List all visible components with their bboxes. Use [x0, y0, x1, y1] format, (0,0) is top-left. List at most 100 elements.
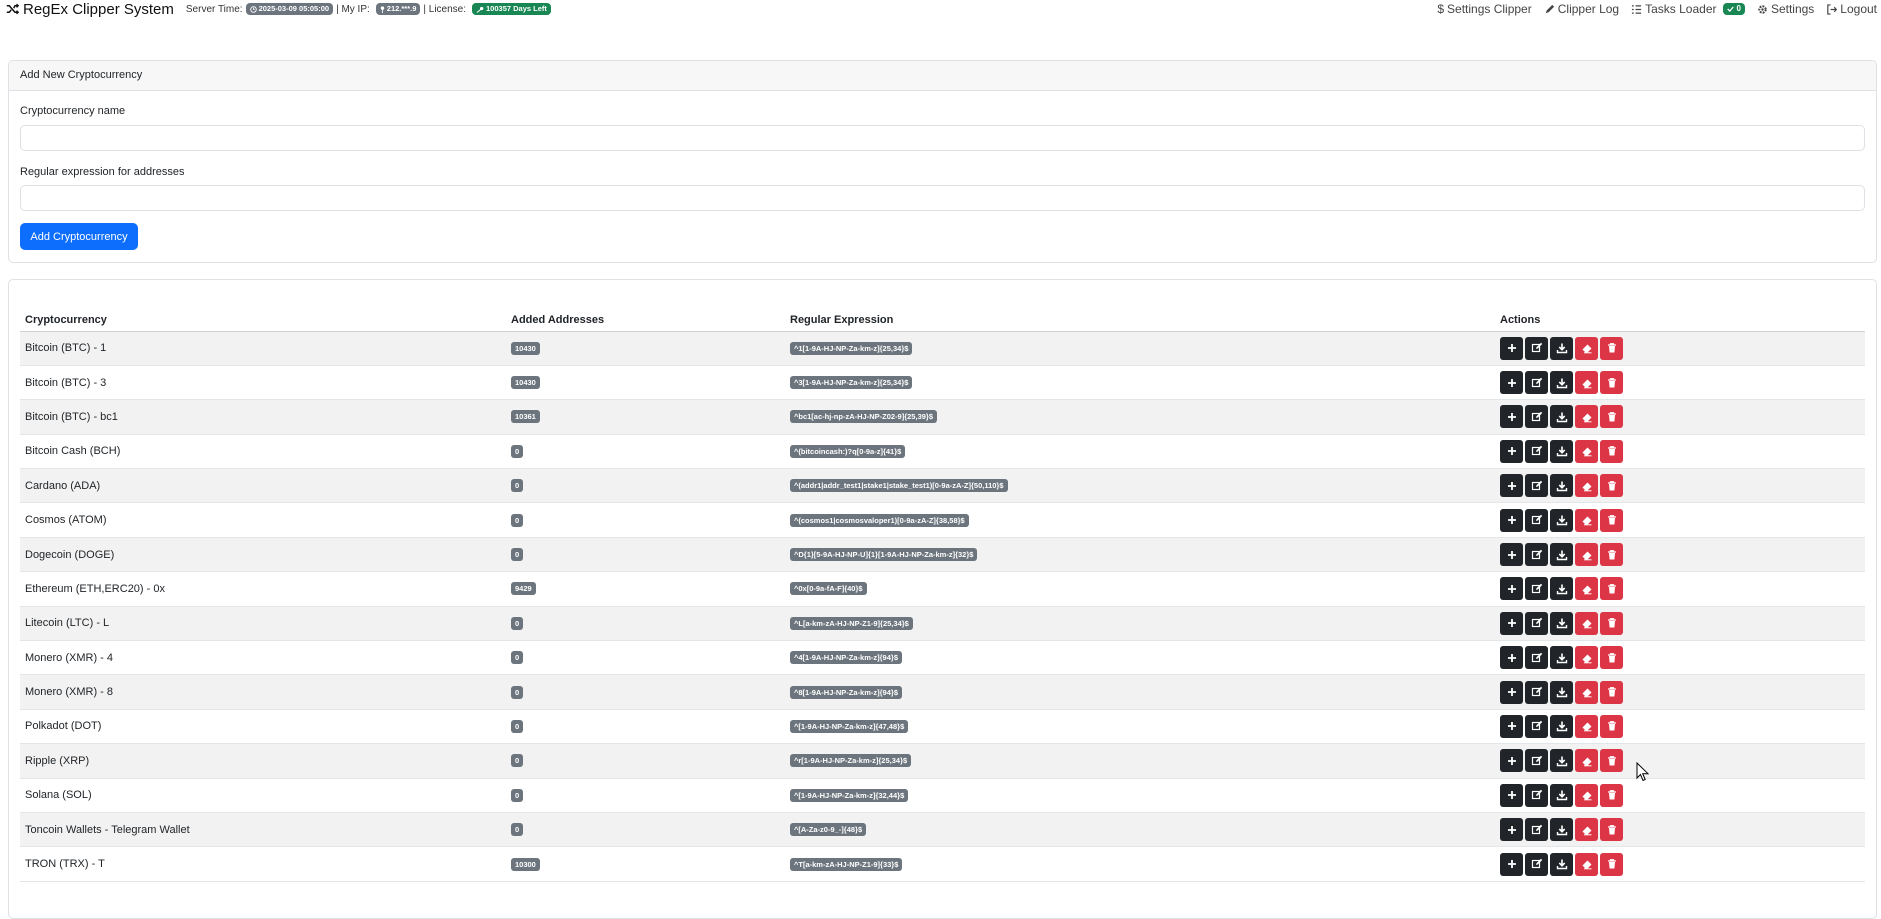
add-address-button[interactable] — [1500, 371, 1523, 395]
row-actions — [1500, 818, 1860, 842]
add-address-button[interactable] — [1500, 818, 1523, 842]
column-header-cryptocurrency: Cryptocurrency — [20, 310, 506, 332]
delete-button[interactable] — [1600, 680, 1623, 704]
brand[interactable]: RegEx Clipper System — [6, 1, 174, 18]
clear-button[interactable] — [1575, 336, 1598, 360]
download-button[interactable] — [1550, 371, 1573, 395]
delete-button[interactable] — [1600, 371, 1623, 395]
add-address-button[interactable] — [1500, 611, 1523, 635]
download-button[interactable] — [1550, 439, 1573, 463]
clear-button[interactable] — [1575, 405, 1598, 429]
edit-button[interactable] — [1525, 714, 1548, 738]
download-button[interactable] — [1550, 818, 1573, 842]
delete-button[interactable] — [1600, 749, 1623, 773]
nav-tasks-loader[interactable]: Tasks Loader 0 — [1631, 2, 1745, 16]
download-button[interactable] — [1550, 508, 1573, 532]
clear-button[interactable] — [1575, 577, 1598, 601]
added-addresses-cell: 0 — [506, 778, 785, 813]
add-address-button[interactable] — [1500, 508, 1523, 532]
edit-button[interactable] — [1525, 508, 1548, 532]
edit-button[interactable] — [1525, 577, 1548, 601]
download-button[interactable] — [1550, 577, 1573, 601]
download-button[interactable] — [1550, 749, 1573, 773]
clear-button[interactable] — [1575, 714, 1598, 738]
delete-button[interactable] — [1600, 543, 1623, 567]
add-address-button[interactable] — [1500, 474, 1523, 498]
add-address-button[interactable] — [1500, 439, 1523, 463]
edit-button[interactable] — [1525, 749, 1548, 773]
clear-button[interactable] — [1575, 818, 1598, 842]
logout-icon — [1827, 3, 1838, 15]
nav-settings-clipper[interactable]: $ Settings Clipper — [1437, 2, 1531, 16]
edit-button[interactable] — [1525, 611, 1548, 635]
clear-button[interactable] — [1575, 611, 1598, 635]
delete-button[interactable] — [1600, 852, 1623, 876]
delete-button[interactable] — [1600, 405, 1623, 429]
edit-icon — [1531, 858, 1542, 869]
delete-button[interactable] — [1600, 611, 1623, 635]
clear-button[interactable] — [1575, 474, 1598, 498]
edit-button[interactable] — [1525, 852, 1548, 876]
nav-clipper-log[interactable]: Clipper Log — [1544, 2, 1619, 16]
download-button[interactable] — [1550, 714, 1573, 738]
edit-button[interactable] — [1525, 680, 1548, 704]
delete-button[interactable] — [1600, 818, 1623, 842]
nav-logout[interactable]: Logout — [1826, 2, 1877, 16]
delete-button[interactable] — [1600, 336, 1623, 360]
clear-button[interactable] — [1575, 783, 1598, 807]
download-button[interactable] — [1550, 852, 1573, 876]
edit-button[interactable] — [1525, 405, 1548, 429]
edit-button[interactable] — [1525, 371, 1548, 395]
add-address-button[interactable] — [1500, 577, 1523, 601]
add-address-button[interactable] — [1500, 714, 1523, 738]
download-button[interactable] — [1550, 336, 1573, 360]
delete-button[interactable] — [1600, 474, 1623, 498]
crypto-name: Dogecoin (DOGE) — [20, 537, 506, 573]
edit-button[interactable] — [1525, 439, 1548, 463]
clear-button[interactable] — [1575, 439, 1598, 463]
edit-button[interactable] — [1525, 474, 1548, 498]
add-address-button[interactable] — [1500, 336, 1523, 360]
delete-button[interactable] — [1600, 577, 1623, 601]
download-button[interactable] — [1550, 646, 1573, 670]
delete-button[interactable] — [1600, 783, 1623, 807]
clear-button[interactable] — [1575, 543, 1598, 567]
add-address-button[interactable] — [1500, 783, 1523, 807]
regex-input[interactable] — [20, 185, 1865, 211]
edit-button[interactable] — [1525, 818, 1548, 842]
download-button[interactable] — [1550, 474, 1573, 498]
nav-settings[interactable]: Settings — [1757, 2, 1814, 16]
download-button[interactable] — [1550, 680, 1573, 704]
clear-button[interactable] — [1575, 749, 1598, 773]
delete-button[interactable] — [1600, 508, 1623, 532]
edit-button[interactable] — [1525, 543, 1548, 567]
add-address-button[interactable] — [1500, 680, 1523, 704]
cryptocurrency-name-input[interactable] — [20, 125, 1865, 151]
added-addresses-cell: 0 — [506, 434, 785, 470]
add-address-button[interactable] — [1500, 646, 1523, 670]
delete-button[interactable] — [1600, 439, 1623, 463]
download-button[interactable] — [1550, 783, 1573, 807]
download-button[interactable] — [1550, 405, 1573, 429]
download-button[interactable] — [1550, 543, 1573, 567]
delete-button[interactable] — [1600, 714, 1623, 738]
download-button[interactable] — [1550, 611, 1573, 635]
edit-button[interactable] — [1525, 783, 1548, 807]
clear-button[interactable] — [1575, 680, 1598, 704]
add-address-button[interactable] — [1500, 749, 1523, 773]
clear-button[interactable] — [1575, 852, 1598, 876]
edit-button[interactable] — [1525, 646, 1548, 670]
add-cryptocurrency-button[interactable]: Add Cryptocurrency — [20, 223, 138, 250]
delete-button[interactable] — [1600, 646, 1623, 670]
edit-button[interactable] — [1525, 336, 1548, 360]
plus-icon — [1507, 447, 1516, 456]
pin-icon — [380, 5, 385, 13]
add-address-button[interactable] — [1500, 543, 1523, 567]
clear-button[interactable] — [1575, 646, 1598, 670]
download-icon — [1556, 584, 1567, 595]
add-address-button[interactable] — [1500, 852, 1523, 876]
clear-button[interactable] — [1575, 508, 1598, 532]
add-address-button[interactable] — [1500, 405, 1523, 429]
clear-button[interactable] — [1575, 371, 1598, 395]
dollar-icon: $ — [1437, 2, 1445, 16]
